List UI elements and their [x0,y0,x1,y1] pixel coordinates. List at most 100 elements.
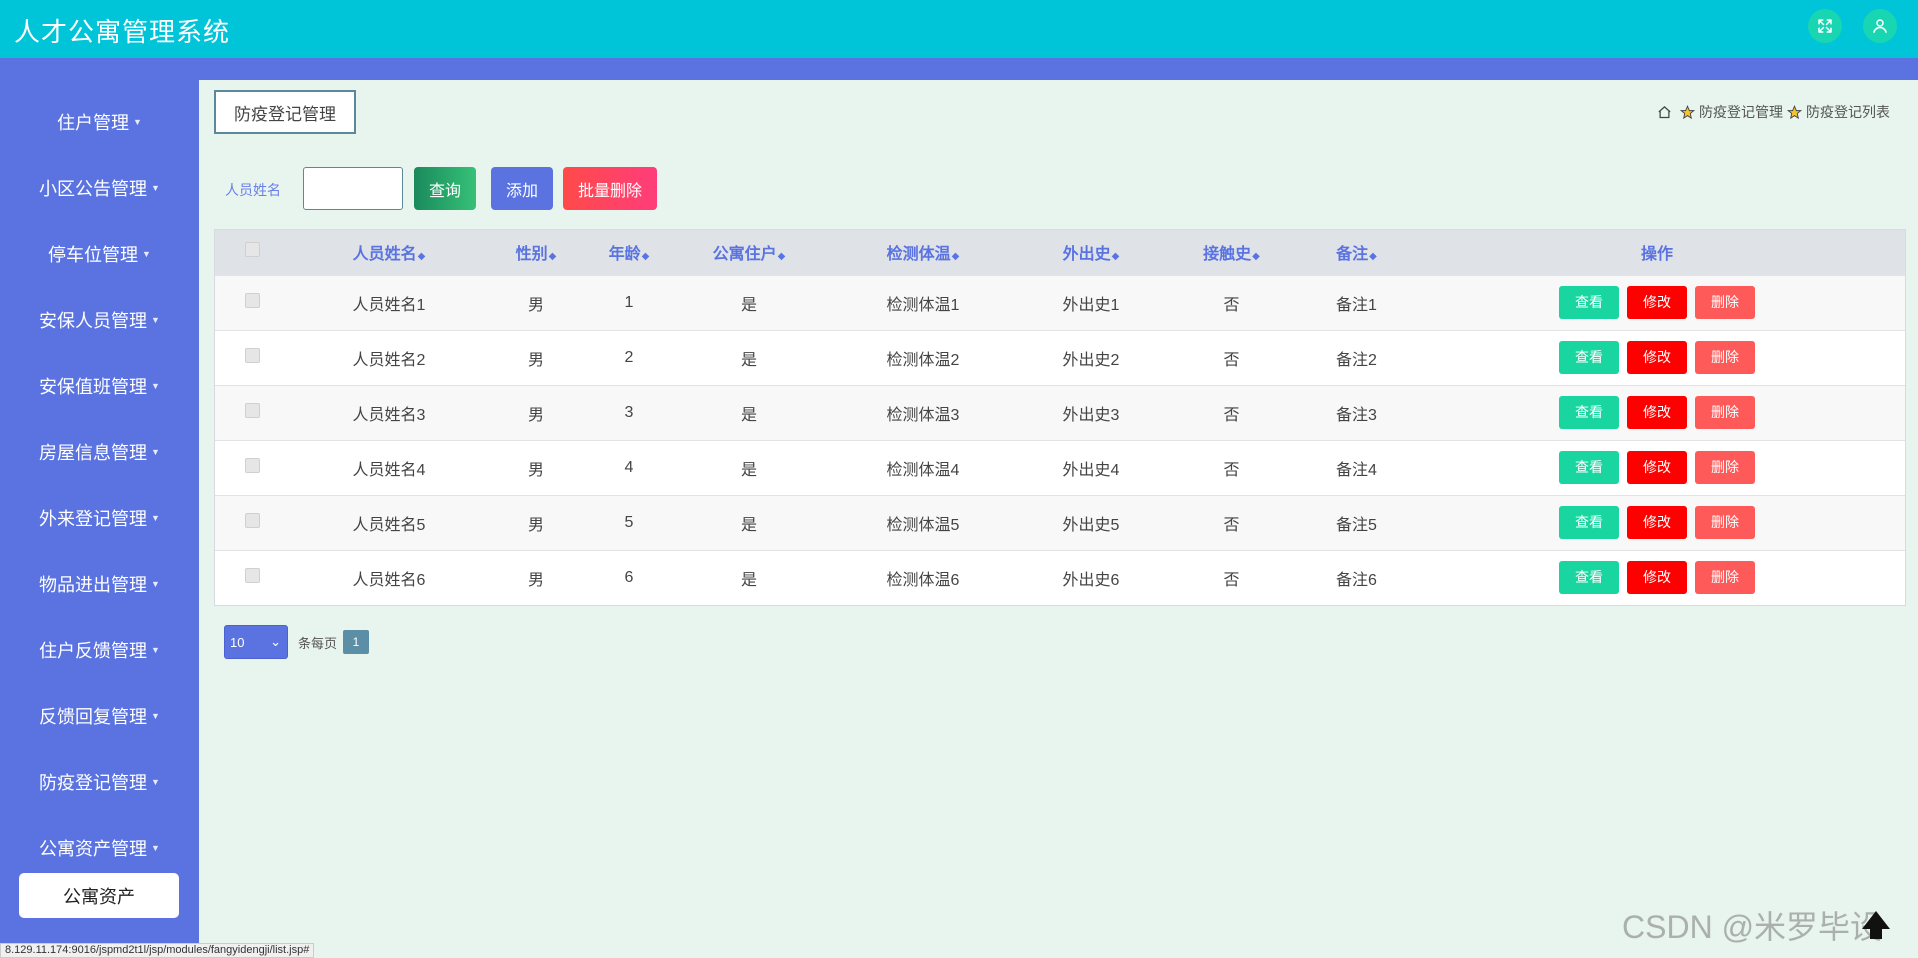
travel-history-cell: 外出史5 [1023,494,1159,550]
table-row: 人员姓名3 男 3 是 检测体温3 外出史3 否 备注3 查看 修改 删除 [215,384,1905,440]
actions-cell: 查看 修改 删除 [1409,384,1905,440]
row-checkbox[interactable] [244,402,260,418]
row-checkbox[interactable] [244,347,260,363]
sidebar-item-goods[interactable]: 物品进出管理 ▼ [0,564,199,604]
column-header[interactable]: 人员姓名◆ [289,230,489,275]
table-row: 人员姓名1 男 1 是 检测体温1 外出史1 否 备注1 查看 修改 删除 [215,274,1905,330]
sidebar-item-residents[interactable]: 住户管理 ▼ [0,102,199,142]
breadcrumb-item[interactable]: 防疫登记管理 [1699,102,1783,122]
data-table: 人员姓名◆ 性别◆ 年龄◆ 公寓住户◆ 检测体温◆ 外出史◆ 接触史◆ 备注◆ … [214,229,1906,606]
delete-button[interactable]: 删除 [1695,341,1755,374]
sidebar-item-epidemic[interactable]: 防疫登记管理 ▼ [0,762,199,802]
view-button[interactable]: 查看 [1559,286,1619,319]
contact-history-cell: 否 [1159,274,1304,330]
travel-history-cell: 外出史3 [1023,384,1159,440]
sort-icon: ◆ [641,251,650,263]
delete-button[interactable]: 删除 [1695,286,1755,319]
per-page-label: 条每页 [298,635,338,651]
query-button[interactable]: 查询 [414,167,476,210]
column-header[interactable]: 年龄◆ [583,230,675,275]
sort-icon: ◆ [777,251,786,263]
table-row: 人员姓名6 男 6 是 检测体温6 外出史6 否 备注6 查看 修改 删除 [215,549,1905,605]
sidebar-subitem-assets[interactable]: 公寓资产 [19,873,179,918]
travel-history-cell: 外出史6 [1023,549,1159,605]
gender-cell: 男 [489,494,583,550]
row-checkbox[interactable] [244,512,260,528]
contact-history-cell: 否 [1159,329,1304,385]
delete-button[interactable]: 删除 [1695,561,1755,595]
row-checkbox[interactable] [244,292,260,308]
sidebar-item-housing[interactable]: 房屋信息管理 ▼ [0,432,199,472]
column-header[interactable]: 备注◆ [1304,230,1409,275]
gender-cell: 男 [489,549,583,605]
sidebar-item-security-duty[interactable]: 安保值班管理 ▼ [0,366,199,406]
contact-history-cell: 否 [1159,439,1304,495]
add-button[interactable]: 添加 [491,167,553,210]
bulk-delete-button[interactable]: 批量删除 [563,167,657,210]
caret-down-icon: ▼ [151,183,160,193]
view-button[interactable]: 查看 [1559,451,1619,484]
edit-button[interactable]: 修改 [1627,396,1687,429]
sort-icon: ◆ [1369,251,1377,263]
column-header[interactable]: 外出史◆ [1023,230,1159,275]
name-cell: 人员姓名3 [289,384,489,440]
contact-history-cell: 否 [1159,494,1304,550]
view-button[interactable]: 查看 [1559,341,1619,374]
sidebar-item-assets[interactable]: 公寓资产管理 ▼ [0,828,199,868]
sort-icon: ◆ [1252,251,1260,263]
sidebar-item-parking[interactable]: 停车位管理 ▼ [0,234,199,274]
age-cell: 2 [583,329,675,385]
name-search-input[interactable] [303,167,403,210]
select-all-checkbox[interactable] [244,242,260,258]
age-cell: 5 [583,494,675,550]
row-checkbox[interactable] [244,567,260,583]
edit-button[interactable]: 修改 [1627,506,1687,539]
sidebar-item-replies[interactable]: 反馈回复管理 ▼ [0,696,199,736]
actions-cell: 查看 修改 删除 [1409,549,1905,605]
edit-button[interactable]: 修改 [1627,341,1687,374]
sidebar-subitem-label: 公寓资产 [63,886,135,907]
gender-cell: 男 [489,439,583,495]
sidebar-item-visitors[interactable]: 外来登记管理 ▼ [0,498,199,538]
edit-button[interactable]: 修改 [1627,561,1687,595]
age-cell: 6 [583,549,675,605]
sort-icon: ◆ [1111,251,1120,263]
edit-button[interactable]: 修改 [1627,451,1687,484]
column-header[interactable]: 公寓住户◆ [675,230,823,275]
star-icon [1787,104,1802,119]
delete-button[interactable]: 删除 [1695,451,1755,484]
view-button[interactable]: 查看 [1559,396,1619,429]
sidebar-item-security-staff[interactable]: 安保人员管理 ▼ [0,300,199,340]
temperature-cell: 检测体温2 [823,329,1023,385]
page-number-button[interactable]: 1 [343,630,370,654]
sidebar-item-label: 住户管理 [57,113,130,133]
view-button[interactable]: 查看 [1559,506,1619,539]
user-button[interactable] [1863,9,1897,43]
remark-cell: 备注4 [1304,439,1409,495]
fullscreen-button[interactable] [1808,9,1842,43]
page-title-button[interactable]: 防疫登记管理 [214,90,356,134]
column-header[interactable]: 接触史◆ [1159,230,1304,275]
gender-cell: 男 [489,274,583,330]
edit-button[interactable]: 修改 [1627,286,1687,319]
sidebar-item-label: 住户反馈管理 [39,641,148,661]
resident-cell: 是 [675,439,823,495]
arrow-up-icon[interactable] [1856,905,1896,945]
column-header[interactable]: 检测体温◆ [823,230,1023,275]
remark-cell: 备注3 [1304,384,1409,440]
sidebar-item-feedback[interactable]: 住户反馈管理 ▼ [0,630,199,670]
select-all-cell [215,230,289,275]
caret-down-icon: ▼ [151,777,160,787]
row-checkbox[interactable] [244,457,260,473]
delete-button[interactable]: 删除 [1695,506,1755,539]
column-header[interactable]: 性别◆ [489,230,583,275]
header-strip [0,58,1918,80]
page-size-select[interactable]: 10 ⌄ [224,625,288,659]
home-icon[interactable] [1657,105,1672,120]
resident-cell: 是 [675,549,823,605]
actions-cell: 查看 修改 删除 [1409,274,1905,330]
sidebar-item-notices[interactable]: 小区公告管理 ▼ [0,168,199,208]
table-row: 人员姓名4 男 4 是 检测体温4 外出史4 否 备注4 查看 修改 删除 [215,439,1905,495]
delete-button[interactable]: 删除 [1695,396,1755,429]
view-button[interactable]: 查看 [1559,561,1619,595]
